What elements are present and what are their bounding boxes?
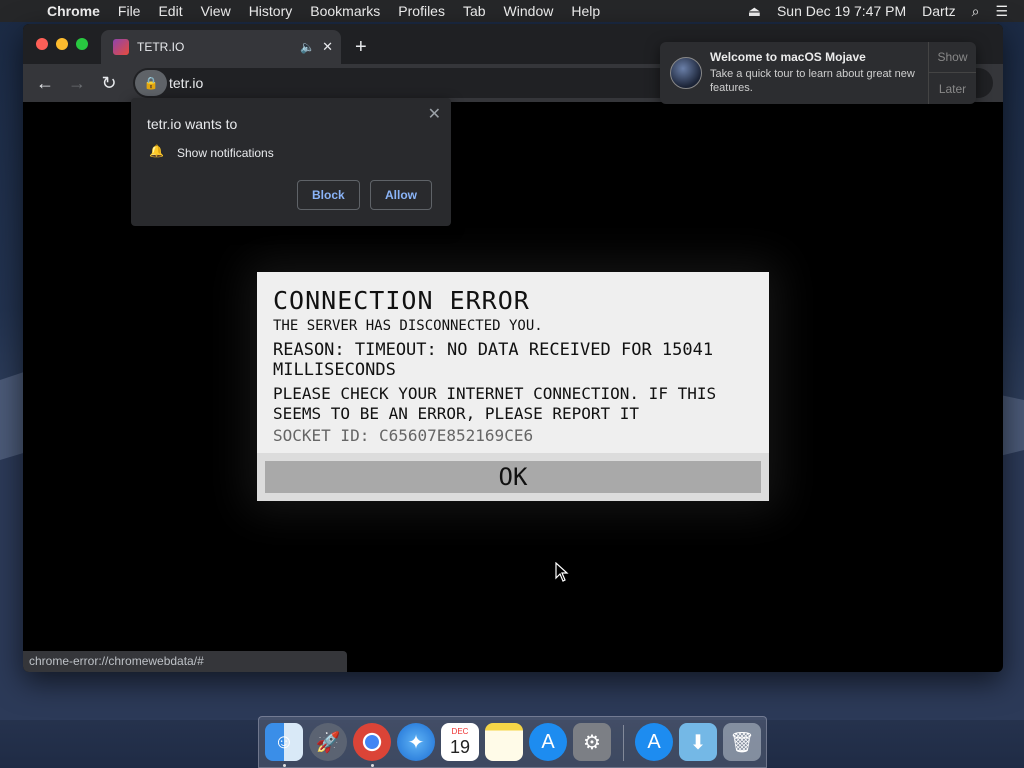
menu-window[interactable]: Window — [495, 3, 563, 19]
calendar-icon[interactable]: DEC 19 — [441, 723, 479, 761]
calendar-day: 19 — [449, 737, 471, 757]
ok-button[interactable]: OK — [265, 461, 761, 493]
tab-title: TETR.IO — [137, 40, 185, 54]
menu-chrome[interactable]: Chrome — [38, 3, 109, 19]
notes-icon[interactable] — [485, 723, 523, 761]
macos-notification[interactable]: Welcome to macOS Mojave Take a quick tou… — [660, 42, 976, 104]
window-zoom-button[interactable] — [76, 38, 88, 50]
notification-permission-popup: tetr.io wants to ✕ 🔔 Show notifications … — [131, 98, 451, 226]
tab-close-icon[interactable]: ✕ — [322, 39, 333, 55]
launchpad-icon[interactable]: 🚀 — [309, 723, 347, 761]
lock-icon[interactable]: 🔒 — [135, 70, 167, 96]
tetrio-favicon-icon — [113, 39, 129, 55]
error-line-disconnected: THE SERVER HAS DISCONNECTED YOU. — [273, 318, 543, 334]
window-close-button[interactable] — [36, 38, 48, 50]
trash-icon[interactable]: 🗑 — [723, 723, 761, 761]
block-button[interactable]: Block — [297, 180, 360, 210]
url-text[interactable]: tetr.io — [169, 75, 203, 91]
menu-history[interactable]: History — [240, 3, 302, 19]
back-icon[interactable]: ← — [33, 71, 57, 95]
notification-body: Take a quick tour to learn about great n… — [710, 68, 915, 94]
notification-center-icon[interactable]: ☰ — [987, 3, 1016, 20]
chrome-running-dot — [371, 764, 374, 767]
notification-show-button[interactable]: Show — [929, 42, 976, 73]
finder-icon[interactable]: ☺ — [265, 723, 303, 761]
chrome-icon[interactable] — [353, 723, 391, 761]
socket-id: SOCKET ID: C65607E852169CE6 — [273, 426, 534, 445]
tab-tetrio[interactable]: TETR.IO 🔈 ✕ — [101, 30, 341, 64]
notification-later-button[interactable]: Later — [929, 73, 976, 104]
mojave-icon — [670, 57, 702, 89]
bell-icon: 🔔 — [149, 144, 164, 158]
menu-help[interactable]: Help — [562, 3, 609, 19]
menu-extras: ⏏ Sun Dec 19 7:47 PM Dartz ⌕ ☰ — [740, 0, 1016, 22]
status-bar: chrome-error://chromewebdata/# — [23, 651, 347, 672]
safari-icon[interactable]: ✦ — [397, 723, 435, 761]
allow-button[interactable]: Allow — [370, 180, 432, 210]
error-heading: CONNECTION ERROR — [273, 286, 530, 315]
menu-tab[interactable]: Tab — [454, 3, 495, 19]
permission-title: tetr.io wants to — [147, 116, 238, 132]
dock: ☺ 🚀 ✦ DEC 19 A ⚙ A ⬇ 🗑 — [258, 716, 767, 768]
eject-icon[interactable]: ⏏ — [740, 3, 769, 20]
menu-bookmarks[interactable]: Bookmarks — [301, 3, 389, 19]
menu-edit[interactable]: Edit — [149, 3, 191, 19]
finder-running-dot — [283, 764, 286, 767]
spotlight-icon[interactable]: ⌕ — [964, 3, 988, 20]
menu-profiles[interactable]: Profiles — [389, 3, 454, 19]
clock[interactable]: Sun Dec 19 7:47 PM — [769, 3, 914, 19]
downloads-folder-icon[interactable]: ⬇ — [679, 723, 717, 761]
calendar-month: DEC — [451, 727, 469, 736]
menu-file[interactable]: File — [109, 3, 150, 19]
audio-playing-icon[interactable]: 🔈 — [300, 40, 315, 54]
permission-request: Show notifications — [177, 146, 274, 160]
window-minimize-button[interactable] — [56, 38, 68, 50]
system-preferences-icon[interactable]: ⚙ — [573, 723, 611, 761]
error-line-check-connection: PLEASE CHECK YOUR INTERNET CONNECTION. I… — [273, 384, 717, 423]
menu-bar: Chrome File Edit View History Bookmarks … — [0, 0, 1024, 22]
ok-bar: OK — [257, 453, 769, 501]
reload-icon[interactable]: ↻ — [97, 71, 121, 95]
forward-icon[interactable]: → — [65, 71, 89, 95]
app-store-icon[interactable]: A — [529, 723, 567, 761]
mouse-cursor-icon — [555, 562, 569, 582]
app-store-downloads-icon[interactable]: A — [635, 723, 673, 761]
new-tab-button[interactable]: + — [355, 36, 367, 59]
dock-separator — [623, 725, 624, 761]
user-name[interactable]: Dartz — [914, 3, 963, 19]
error-line-reason: REASON: TIMEOUT: NO DATA RECEIVED FOR 15… — [273, 340, 714, 380]
connection-error-dialog: CONNECTION ERROR THE SERVER HAS DISCONNE… — [257, 272, 769, 501]
menu-view[interactable]: View — [192, 3, 240, 19]
notification-title: Welcome to macOS Mojave — [710, 50, 866, 64]
permission-close-icon[interactable]: ✕ — [428, 104, 441, 124]
